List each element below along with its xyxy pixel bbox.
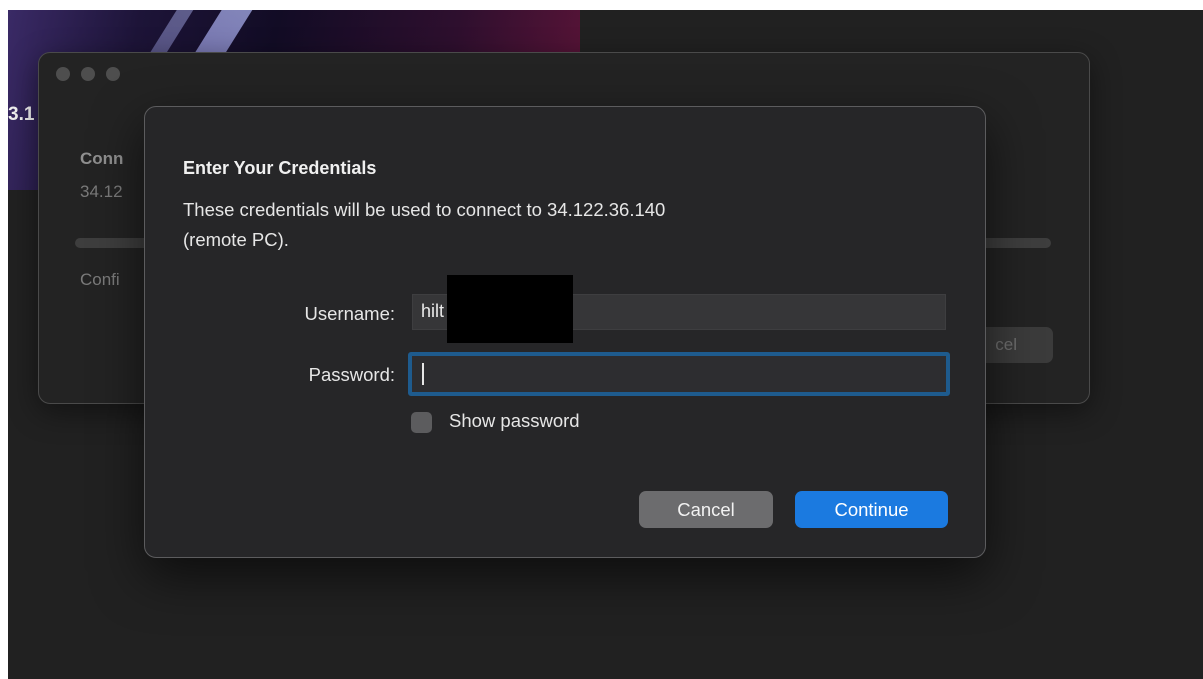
wallpaper-text: 3.1	[8, 104, 35, 125]
connection-heading: Conn	[80, 149, 124, 168]
credentials-dialog: Enter Your Credentials These credentials…	[144, 106, 986, 558]
show-password-checkbox[interactable]	[411, 412, 432, 433]
dialog-message: These credentials will be used to connec…	[183, 195, 883, 255]
redaction-box	[447, 275, 573, 343]
connection-status: Confi	[80, 270, 120, 289]
dialog-title: Enter Your Credentials	[183, 158, 377, 178]
desktop: 3.1 Conn 34.12 Confi cel Enter Your Cred…	[8, 10, 1203, 679]
connection-address: 34.12	[80, 182, 123, 201]
username-label: Username:	[304, 303, 395, 324]
dialog-message-line: (remote PC).	[183, 229, 289, 250]
text-cursor	[422, 363, 424, 385]
window-close-button[interactable]	[56, 67, 70, 81]
password-field[interactable]	[408, 352, 950, 396]
window-minimize-button[interactable]	[81, 67, 95, 81]
continue-button[interactable]: Continue	[795, 491, 948, 528]
show-password-label[interactable]: Show password	[449, 410, 580, 432]
window-zoom-button[interactable]	[106, 67, 120, 81]
cancel-button[interactable]: Cancel	[639, 491, 773, 528]
password-label: Password:	[308, 364, 395, 385]
dialog-message-line: These credentials will be used to connec…	[183, 199, 666, 220]
